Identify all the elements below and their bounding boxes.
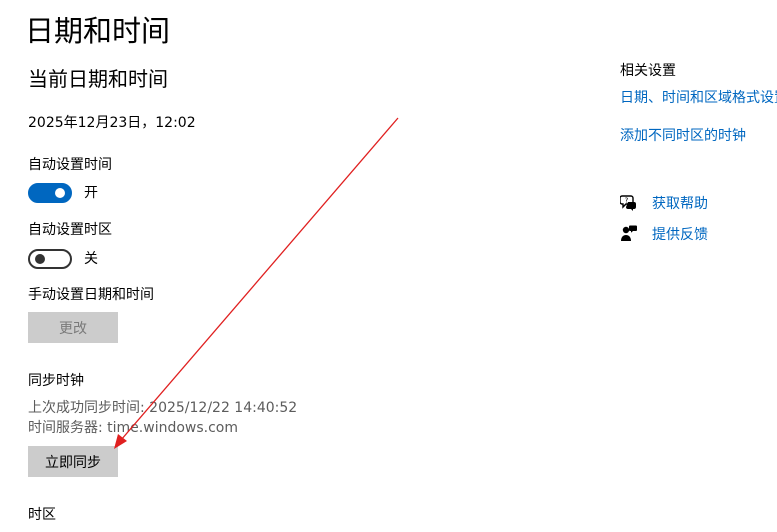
- get-help-row[interactable]: ? 获取帮助: [619, 193, 708, 215]
- auto-timezone-toggle[interactable]: [28, 249, 72, 269]
- get-help-link[interactable]: 获取帮助: [652, 194, 708, 214]
- change-button[interactable]: 更改: [28, 312, 118, 343]
- add-clock-link[interactable]: 添加不同时区的时钟: [620, 126, 746, 146]
- auto-timezone-label: 自动设置时区: [28, 222, 112, 238]
- feedback-link[interactable]: 提供反馈: [652, 225, 708, 245]
- time-server-text: 时间服务器: time.windows.com: [28, 420, 239, 436]
- toggle-knob: [35, 254, 45, 264]
- help-chat-icon: ?: [619, 193, 638, 215]
- feedback-person-icon: [620, 224, 638, 246]
- auto-time-label: 自动设置时间: [28, 157, 112, 173]
- svg-text:?: ?: [625, 197, 629, 205]
- last-sync-text: 上次成功同步时间: 2025/12/22 14:40:52: [28, 400, 298, 416]
- feedback-row[interactable]: 提供反馈: [620, 224, 708, 246]
- current-datetime-heading: 当前日期和时间: [28, 67, 168, 91]
- sync-clock-heading: 同步时钟: [28, 373, 84, 389]
- toggle-knob: [55, 188, 65, 198]
- related-settings-heading: 相关设置: [620, 63, 676, 79]
- current-datetime-value: 2025年12月23日，12:02: [28, 115, 196, 131]
- auto-time-state: 开: [84, 185, 98, 201]
- date-time-region-format-link[interactable]: 日期、时间和区域格式设置: [620, 88, 777, 108]
- auto-timezone-state: 关: [84, 251, 98, 267]
- timezone-heading: 时区: [28, 507, 56, 523]
- manual-datetime-label: 手动设置日期和时间: [28, 287, 154, 303]
- page-title: 日期和时间: [25, 14, 171, 48]
- sync-now-button[interactable]: 立即同步: [28, 446, 118, 477]
- auto-time-toggle[interactable]: [28, 183, 72, 203]
